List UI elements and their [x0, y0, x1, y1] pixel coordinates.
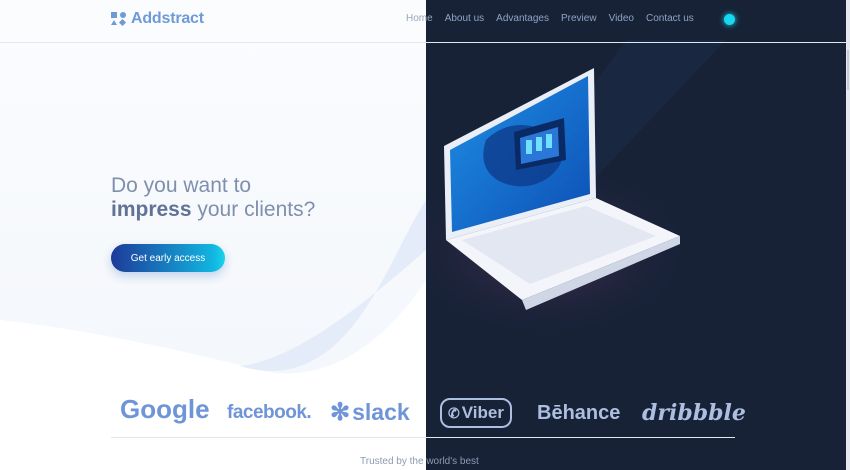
viber-logo: ✆ Viber — [440, 398, 512, 428]
slack-name: slack — [352, 399, 410, 425]
nav-video[interactable]: Video — [609, 13, 634, 24]
behance-logo: Bēhance — [537, 402, 621, 424]
slack-hash-icon: ✻ — [330, 399, 351, 426]
brand-name: Addstract — [131, 10, 204, 27]
nav-contact-us[interactable]: Contact us — [646, 13, 694, 24]
nav-advantages[interactable]: Advantages — [496, 13, 549, 24]
logo-mark-icon — [111, 12, 127, 26]
facebook-logo: facebook. — [227, 402, 312, 423]
hero-line-1: Do you want to — [111, 174, 252, 197]
hero-headline: Do you want to impress your clients? — [111, 174, 315, 222]
site-header: Addstract Home About us Advantages Previ… — [0, 0, 850, 43]
slack-logo: ✻ slack — [330, 398, 410, 427]
main-nav: Home About us Advantages Preview Video C… — [406, 13, 694, 24]
google-logo: Google — [120, 394, 210, 424]
nav-preview[interactable]: Preview — [561, 13, 597, 24]
partners-divider — [111, 437, 735, 438]
get-early-access-button[interactable]: Get early access — [111, 244, 225, 272]
viber-name: Viber — [461, 403, 504, 422]
hero-line-2: impress your clients? — [111, 198, 315, 222]
phone-icon: ✆ — [448, 404, 460, 421]
hero-line-2-rest: your clients? — [191, 198, 316, 221]
nav-home[interactable]: Home — [406, 13, 433, 24]
scrollbar-thumb[interactable] — [847, 50, 849, 90]
theme-toggle-dot[interactable] — [724, 14, 735, 25]
hero-highlight: impress — [111, 198, 192, 221]
nav-about-us[interactable]: About us — [445, 13, 484, 24]
dribbble-logo: dribbble — [642, 400, 746, 426]
brand-logo[interactable]: Addstract — [111, 10, 204, 28]
trusted-caption: Trusted by the world's best — [360, 456, 479, 467]
